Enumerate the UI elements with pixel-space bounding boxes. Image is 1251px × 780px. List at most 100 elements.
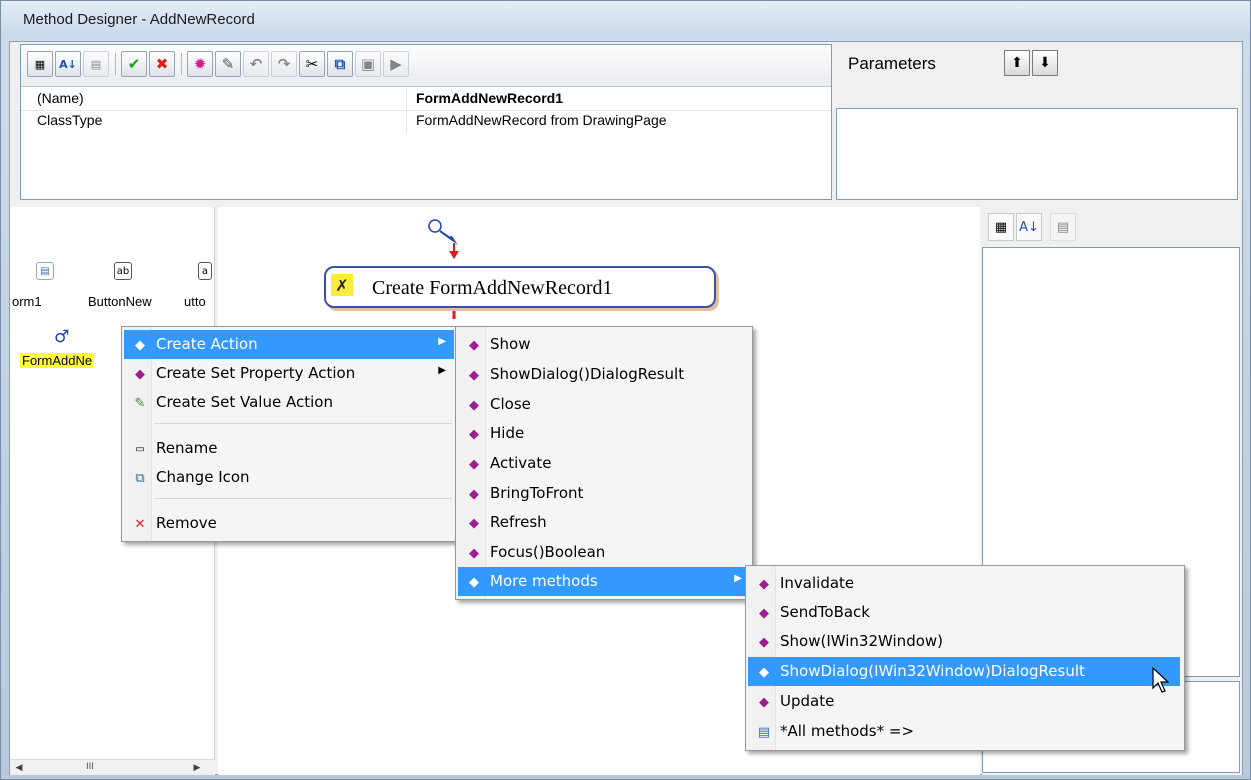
- cancel-x-icon[interactable]: ✖: [149, 51, 175, 77]
- menu-separator: [154, 423, 452, 424]
- menu-item-show-iwin32window[interactable]: ◆ Show(IWin32Window): [748, 627, 1182, 656]
- action-node-label: Create FormAddNewRecord1: [372, 277, 613, 299]
- debug-sun-icon[interactable]: ✹: [187, 51, 213, 77]
- form-variable-icon[interactable]: ♂: [54, 327, 69, 347]
- sort-alpha-icon[interactable]: A↓: [55, 51, 81, 77]
- parameters-list[interactable]: [836, 108, 1238, 200]
- menu-item-label: SendToBack: [780, 603, 870, 621]
- create-action-submenu: ◆ Show ◆ ShowDialog()DialogResult ◆ Close ◆…: [455, 326, 753, 600]
- menu-item-label: Close: [490, 395, 531, 413]
- undo-icon[interactable]: ↶: [243, 51, 269, 77]
- menu-item-label: BringToFront: [490, 484, 584, 502]
- menu-item-show[interactable]: ◆ Show: [458, 330, 750, 359]
- title-bar[interactable]: Method Designer - AddNewRecord: [1, 1, 1250, 39]
- horizontal-scrollbar[interactable]: ◀ III ▶: [10, 759, 215, 775]
- cut-icon[interactable]: ✂: [299, 51, 325, 77]
- menu-item-rename[interactable]: ▭ Rename: [124, 434, 454, 463]
- redo-icon[interactable]: ↷: [271, 51, 297, 77]
- method-icon: ◆: [759, 576, 769, 592]
- categorized-icon[interactable]: ▦: [27, 51, 53, 77]
- method-icon: ◆: [759, 694, 769, 710]
- property-value[interactable]: FormAddNewRecord from DrawingPage: [416, 112, 667, 128]
- property-value[interactable]: FormAddNewRecord1: [416, 90, 563, 106]
- toolbar-separator: [115, 53, 116, 75]
- parameters-label: Parameters: [848, 54, 936, 73]
- button-component-icon[interactable]: a: [198, 262, 212, 280]
- menu-item-remove[interactable]: ✕ Remove: [124, 509, 454, 538]
- menu-item-create-set-property-action[interactable]: ◆ Create Set Property Action ▶: [124, 359, 454, 388]
- property-grid: (Name) FormAddNewRecord1 ClassType FormA…: [21, 88, 831, 134]
- form-component-icon[interactable]: ▤: [36, 262, 54, 280]
- more-methods-submenu: ◆ Invalidate ◆ SendToBack ◆ Show(IWin32Wind…: [745, 565, 1185, 751]
- menu-item-more-methods[interactable]: ◆ More methods ▶: [458, 567, 750, 596]
- start-node-icon: [428, 219, 442, 233]
- menu-item-all-methods[interactable]: ▤ *All methods* =>: [748, 717, 1182, 746]
- menu-item-bringtofront[interactable]: ◆ BringToFront: [458, 479, 750, 508]
- menu-item-label: Rename: [156, 439, 218, 457]
- window-title: Method Designer - AddNewRecord: [23, 11, 255, 28]
- method-icon: ◆: [759, 634, 769, 650]
- magic-wand-icon[interactable]: ✎: [215, 51, 241, 77]
- menu-item-sendtoback[interactable]: ◆ SendToBack: [748, 598, 1182, 627]
- method-icon: ◆: [469, 545, 479, 561]
- menu-item-invalidate[interactable]: ◆ Invalidate: [748, 569, 1182, 598]
- tray-item-label[interactable]: orm1: [12, 294, 42, 309]
- menu-item-label: Update: [780, 692, 835, 710]
- menu-item-change-icon[interactable]: ⧉ Change Icon: [124, 463, 454, 492]
- set-property-icon: ◆: [135, 366, 145, 382]
- menu-item-label: Create Set Value Action: [156, 393, 333, 411]
- menu-item-label: Activate: [490, 454, 552, 472]
- create-action-node[interactable]: ✗ Create FormAddNewRecord1: [324, 266, 716, 308]
- menu-item-label: ShowDialog(IWin32Window)DialogResult: [780, 662, 1085, 680]
- menu-item-label: Invalidate: [780, 574, 855, 592]
- menu-item-label: Focus()Boolean: [490, 543, 606, 561]
- menu-item-focus[interactable]: ◆ Focus()Boolean: [458, 538, 750, 567]
- property-pages-icon[interactable]: ▤: [83, 51, 109, 77]
- menu-item-label: *All methods* =>: [780, 722, 915, 740]
- scroll-left-icon[interactable]: ◀: [12, 761, 26, 775]
- menu-item-refresh[interactable]: ◆ Refresh: [458, 508, 750, 537]
- property-row[interactable]: ClassType FormAddNewRecord from DrawingP…: [21, 110, 831, 132]
- tray-item-label[interactable]: FormAddNe: [20, 353, 95, 368]
- action-icon: ◆: [135, 337, 145, 353]
- copy-icon[interactable]: ⧉: [327, 51, 353, 77]
- tray-item-label[interactable]: ButtonNew: [88, 294, 152, 309]
- tray-item-label[interactable]: utto: [184, 294, 206, 309]
- ok-check-icon[interactable]: ✔: [121, 51, 147, 77]
- property-toolbar: ▦ A↓ ▤ ✔ ✖ ✹ ✎ ↶ ↷ ✂ ⧉ ▣ ▶: [21, 45, 831, 87]
- rename-icon: ▭: [135, 443, 145, 455]
- button-component-icon[interactable]: ab: [114, 262, 132, 280]
- menu-item-activate[interactable]: ◆ Activate: [458, 449, 750, 478]
- menu-item-label: Create Set Property Action: [156, 364, 356, 382]
- property-pages-icon[interactable]: ▤: [1050, 213, 1076, 241]
- menu-separator: [154, 498, 452, 499]
- method-icon: ◆: [469, 456, 479, 472]
- categorized-icon[interactable]: ▦: [988, 213, 1014, 241]
- menu-item-hide[interactable]: ◆ Hide: [458, 419, 750, 448]
- menu-item-create-set-value-action[interactable]: ✎ Create Set Value Action: [124, 388, 454, 417]
- menu-item-label: Remove: [156, 514, 217, 532]
- menu-item-close[interactable]: ◆ Close: [458, 390, 750, 419]
- menu-item-showdialog[interactable]: ◆ ShowDialog()DialogResult: [458, 360, 750, 389]
- move-up-icon[interactable]: ⬆: [1004, 50, 1030, 76]
- remove-x-icon: ✕: [134, 516, 146, 532]
- method-designer-window: Method Designer - AddNewRecord ▦ A↓ ▤ ✔ …: [0, 0, 1251, 780]
- scroll-right-icon[interactable]: ▶: [190, 761, 204, 775]
- property-name: ClassType: [37, 112, 103, 128]
- property-panel: ▦ A↓ ▤ ✔ ✖ ✹ ✎ ↶ ↷ ✂ ⧉ ▣ ▶ (Name) FormAd…: [20, 44, 832, 200]
- set-value-icon: ✎: [134, 395, 146, 411]
- method-icon: ◆: [469, 367, 479, 383]
- property-row[interactable]: (Name) FormAddNewRecord1: [21, 88, 831, 110]
- menu-item-showdialog-iwin32window[interactable]: ◆ ShowDialog(IWin32Window)DialogResult: [748, 657, 1180, 686]
- sort-alpha-icon[interactable]: A↓: [1016, 213, 1042, 241]
- method-icon: ◆: [469, 486, 479, 502]
- paste-icon[interactable]: ▣: [355, 51, 381, 77]
- menu-item-update[interactable]: ◆ Update: [748, 687, 1182, 716]
- scroll-grip[interactable]: III: [86, 762, 94, 772]
- move-down-icon[interactable]: ⬇: [1032, 50, 1058, 76]
- run-icon[interactable]: ▶: [383, 51, 409, 77]
- toolbar-separator: [181, 53, 182, 75]
- method-icon: ◆: [469, 426, 479, 442]
- menu-item-create-action[interactable]: ◆ Create Action ▶: [124, 330, 454, 359]
- context-menu: ◆ Create Action ▶ ◆ Create Set Property …: [121, 326, 457, 542]
